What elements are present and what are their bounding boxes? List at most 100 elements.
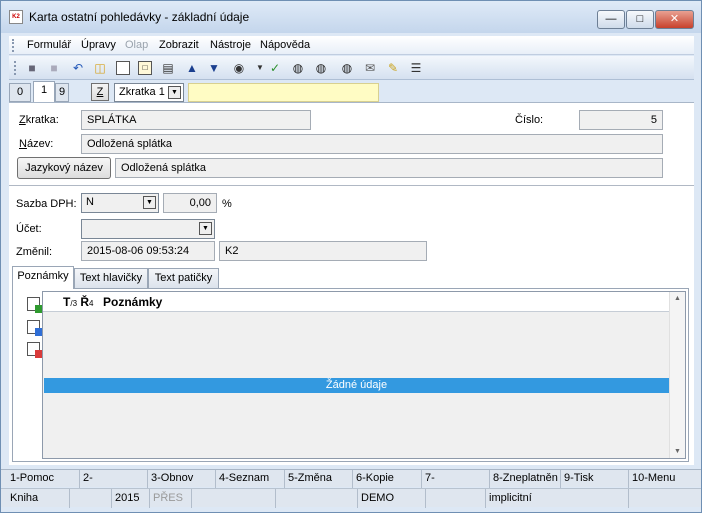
status-empty-3	[276, 489, 358, 508]
save-icon[interactable]: ■	[25, 61, 39, 75]
scroll-up-icon[interactable]: ▲	[674, 295, 681, 302]
fkey-6[interactable]: 6-Kopie	[353, 470, 422, 488]
status-empty-1	[70, 489, 112, 508]
chevron-down-icon: ▼	[199, 222, 212, 235]
sazba-dph-label: Sazba DPH:	[16, 198, 77, 210]
app-window: K2 Karta ostatní pohledávky - základní ú…	[0, 0, 702, 513]
menu-nastroje[interactable]: Nástroje	[210, 39, 251, 51]
abbreviation-select-value: Zkratka 1	[119, 86, 165, 98]
language-name-button[interactable]: Jazykový název	[17, 157, 111, 179]
fkey-8[interactable]: 8-Zneplatněn	[490, 470, 561, 488]
divider	[9, 185, 694, 186]
sazba-dph-select[interactable]: N ▼	[81, 193, 159, 213]
maximize-button[interactable]: □	[626, 10, 654, 29]
status-empty-2	[192, 489, 276, 508]
tab-poznamky[interactable]: Poznámky	[12, 266, 74, 289]
fkey-9[interactable]: 9-Tisk	[561, 470, 629, 488]
open-folder-icon[interactable]: ◫	[93, 61, 107, 75]
camera-icon[interactable]: ◉	[232, 61, 246, 75]
minimize-icon: —	[605, 13, 617, 25]
binoculars-forward-icon[interactable]: ◍	[340, 61, 354, 75]
sort-icon[interactable]: T/3 Ř4	[63, 295, 93, 309]
dropdown-icon[interactable]: ▼	[253, 61, 267, 75]
minimize-button[interactable]: —	[597, 10, 625, 29]
zmenil-label: Změnil:	[16, 246, 53, 258]
nazev-label: Název:	[19, 138, 54, 150]
copy-icon[interactable]: □	[138, 61, 152, 75]
tab-text-paticky[interactable]: Text patičky	[148, 268, 219, 288]
tab-9[interactable]: 9	[55, 83, 69, 102]
grid-column-header-poznamky[interactable]: Poznámky	[103, 295, 162, 309]
maximize-icon: □	[636, 13, 644, 25]
status-mode: implicitní	[486, 489, 629, 508]
tab-0[interactable]: 0	[9, 83, 31, 102]
fkey-3[interactable]: 3-Obnov	[148, 470, 216, 488]
status-pres: PŘES	[150, 489, 192, 508]
no-data-row: Žádné údaje	[44, 378, 669, 393]
menu-bar: Formulář Úpravy Olap Zobrazit Nástroje N…	[9, 36, 694, 55]
abbreviation-select[interactable]: Zkratka 1 ▼	[114, 83, 184, 102]
status-empty-4	[426, 489, 486, 508]
nazev-field[interactable]: Odložená splátka	[81, 134, 663, 154]
title-bar[interactable]: K2 Karta ostatní pohledávky - základní ú…	[1, 1, 701, 33]
status-bar: Kniha 2015 PŘES DEMO implicitní	[1, 488, 701, 508]
zmenil-user-field: K2	[219, 241, 427, 261]
ucet-label: Účet:	[16, 223, 42, 235]
fkey-10[interactable]: 10-Menu	[629, 470, 695, 488]
toolbar: ■ ■ ↶ ◫ □ ▤ ▲ ▼ ◉ ▼ ✓ ◍ ◍ ◍ ✉ ✎ ☰	[9, 56, 694, 80]
status-year: 2015	[112, 489, 150, 508]
quick-search-input[interactable]	[188, 83, 379, 102]
grid-header: T/3 Ř4 Poznámky	[43, 292, 685, 312]
menu-grip-handle[interactable]	[12, 39, 15, 52]
menu-upravy[interactable]: Úpravy	[81, 39, 116, 51]
sazba-percent-field[interactable]: 0,00	[163, 193, 217, 213]
add-note-icon[interactable]	[27, 297, 43, 313]
book-icon[interactable]: ▤	[161, 61, 175, 75]
notepad-icon[interactable]: ✎	[386, 61, 400, 75]
menu-zobrazit[interactable]: Zobrazit	[159, 39, 199, 51]
menu-napoveda[interactable]: Nápověda	[260, 39, 310, 51]
ucet-select[interactable]: ▼	[81, 219, 215, 239]
mail-icon[interactable]: ✉	[363, 61, 377, 75]
status-database: DEMO	[358, 489, 426, 508]
chevron-down-icon: ▼	[143, 196, 156, 209]
cislo-label: Číslo:	[515, 114, 544, 126]
arrow-up-icon[interactable]: ▲	[185, 61, 199, 75]
menu-formular[interactable]: Formulář	[27, 39, 71, 51]
arrow-down-icon[interactable]: ▼	[207, 61, 221, 75]
undo-icon[interactable]: ↶	[71, 61, 85, 75]
percent-sign: %	[222, 198, 232, 210]
z-button[interactable]: Z	[91, 83, 109, 101]
tab-1[interactable]: 1	[33, 81, 55, 103]
zkratka-label: Zkratka:	[19, 114, 59, 126]
fkey-5[interactable]: 5-Změna	[285, 470, 353, 488]
notes-grid[interactable]: T/3 Ř4 Poznámky Žádné údaje ▲ ▼	[42, 291, 686, 459]
fkey-4[interactable]: 4-Seznam	[216, 470, 285, 488]
fkey-1[interactable]: 1-Pomoc	[7, 470, 80, 488]
language-name-field[interactable]: Odložená splátka	[115, 158, 663, 178]
window-title: Karta ostatní pohledávky - základní údaj…	[29, 10, 250, 24]
zmenil-date-field: 2015-08-06 09:53:24	[81, 241, 215, 261]
new-document-icon[interactable]	[116, 61, 130, 75]
edit-note-icon[interactable]	[27, 320, 43, 336]
sazba-dph-select-value: N	[86, 196, 94, 208]
close-icon: ✕	[669, 13, 680, 25]
zkratka-field[interactable]: SPLÁTKA	[81, 110, 311, 130]
cislo-field[interactable]: 5	[579, 110, 663, 130]
delete-note-icon[interactable]	[27, 342, 43, 358]
close-button[interactable]: ✕	[655, 10, 694, 29]
fkey-2[interactable]: 2-	[80, 470, 148, 488]
list-icon[interactable]: ☰	[409, 61, 423, 75]
binoculars-icon[interactable]: ◍	[291, 61, 305, 75]
binoculars-back-icon[interactable]: ◍	[314, 61, 328, 75]
tab-text-hlavicky[interactable]: Text hlavičky	[74, 268, 148, 288]
toolbar-grip-handle[interactable]	[14, 61, 17, 75]
grid-scrollbar[interactable]: ▲ ▼	[669, 292, 685, 458]
status-empty-5	[629, 489, 695, 508]
fkey-7[interactable]: 7-	[422, 470, 490, 488]
scroll-down-icon[interactable]: ▼	[674, 448, 681, 455]
filter-icon[interactable]: ✓	[268, 61, 282, 75]
status-book: Kniha	[7, 489, 70, 508]
app-logo-icon: K2	[9, 10, 23, 24]
menu-olap: Olap	[125, 39, 149, 51]
